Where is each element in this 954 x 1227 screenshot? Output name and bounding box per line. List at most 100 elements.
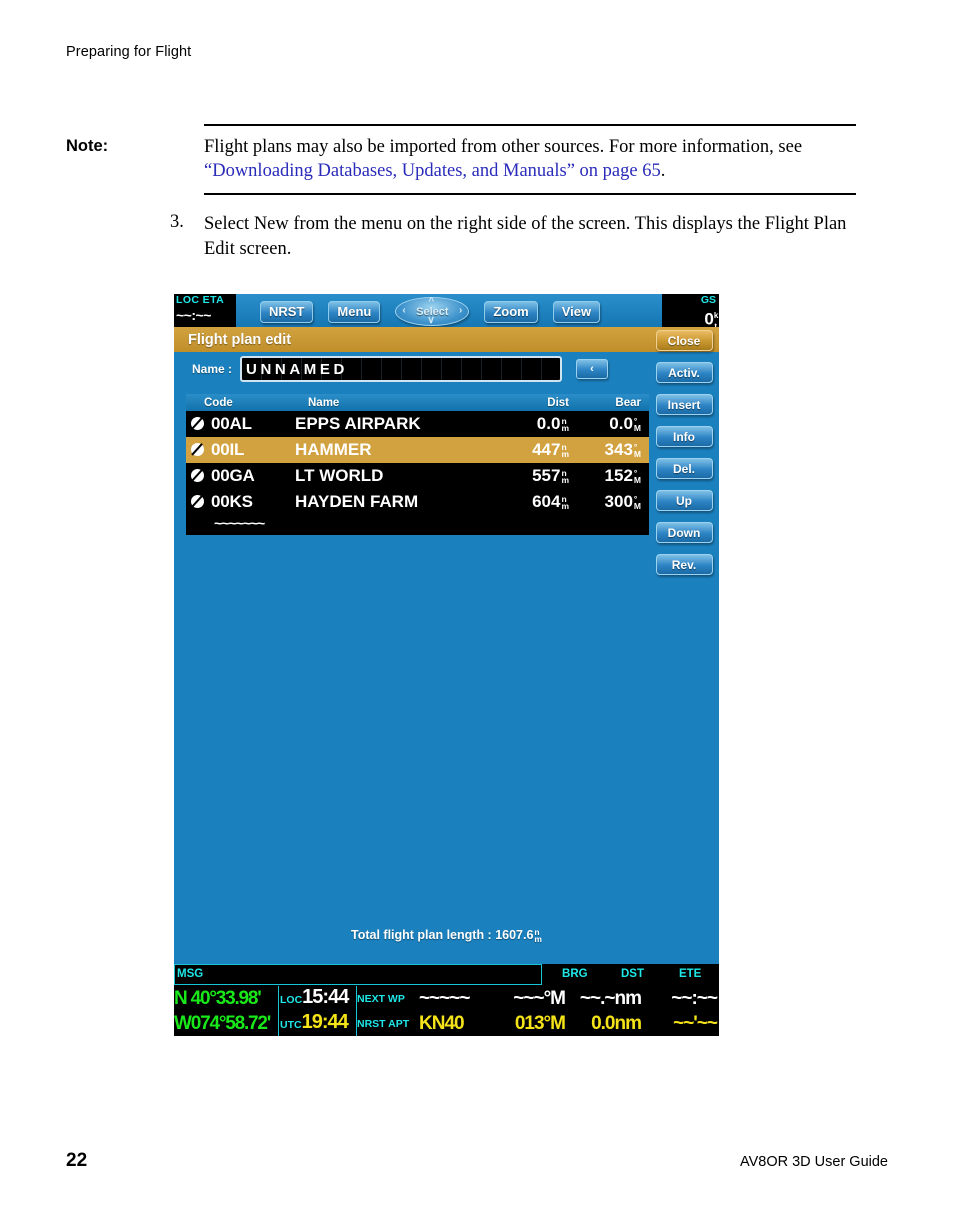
nearest-airport-value: KN40 <box>419 1012 465 1034</box>
waypoint-bearing: 152 ° M <box>569 466 649 486</box>
waypoint-bearing-value: 0.0 <box>609 414 633 433</box>
private-airport-icon <box>186 441 211 459</box>
loc-eta-label: LOC ETA <box>176 294 225 306</box>
waypoint-table-header: Code Name Dist Bear <box>186 394 649 411</box>
waypoint-table: Code Name Dist Bear 00AL EPPS AIRPARK 0.… <box>186 394 649 535</box>
insert-button[interactable]: Insert <box>655 394 713 415</box>
flight-plan-name-input[interactable]: UNNAMED <box>240 356 563 382</box>
close-button[interactable]: Close <box>655 330 713 351</box>
screen-title: Flight plan edit <box>188 331 292 348</box>
table-row[interactable]: 00KS HAYDEN FARM 604 n m 300 ° M <box>186 489 649 515</box>
waypoint-bearing-value: 152 <box>604 466 633 485</box>
total-length-text: Total flight plan length : 1607.6 <box>351 928 534 942</box>
column-header-name: Name <box>308 396 340 409</box>
distance-unit: nm <box>561 415 569 433</box>
note-block: Note: Flight plans may also be imported … <box>66 124 856 195</box>
waypoint-code: 00IL <box>211 440 245 459</box>
waypoint-name: LT WORLD <box>295 466 384 485</box>
private-airport-icon <box>186 415 211 433</box>
column-header-code: Code <box>204 396 233 409</box>
message-label: MSG <box>177 968 204 980</box>
menu-button[interactable]: Menu <box>328 300 381 323</box>
note-cross-reference-link[interactable]: “Downloading Databases, Updates, and Man… <box>204 161 661 181</box>
footer-guide-title: AV8OR 3D User Guide <box>739 1154 888 1170</box>
table-row[interactable]: 00IL HAMMER 447 n m 343 ° M <box>186 437 649 463</box>
step-item: 3. Select New from the menu on the right… <box>170 212 860 261</box>
empty-waypoint-row[interactable]: ~~~~~~~ <box>186 515 649 535</box>
waypoint-code: 00AL <box>211 414 252 433</box>
reverse-button[interactable]: Rev. <box>655 554 713 575</box>
device-topbar: LOC ETA ~~:~~ NRST Menu ^ ‹ Select › ∨ Z… <box>174 294 719 331</box>
delete-button[interactable]: Del. <box>655 458 713 479</box>
note-text-before: Flight plans may also be imported from o… <box>204 136 803 157</box>
note-bottom-rule <box>204 193 856 195</box>
total-flight-plan-length: Total flight plan length : 1607.6 n m <box>174 926 719 944</box>
waypoint-distance-value: 447 <box>532 440 561 459</box>
footer-page-number: 22 <box>66 1150 88 1171</box>
bearing-unit: ° M <box>633 441 641 459</box>
device-nav-buttons: NRST Menu ^ ‹ Select › ∨ Zoom View <box>260 296 601 326</box>
action-button-rail: Close Activ. Insert Info Del. Up Down Re… <box>649 327 719 586</box>
nrst-button[interactable]: NRST <box>260 300 314 323</box>
activate-button[interactable]: Activ. <box>655 362 713 383</box>
waypoint-bearing: 300 ° M <box>569 492 649 512</box>
next-waypoint-bearing: ~~~°M <box>513 987 566 1009</box>
table-row[interactable]: 00AL EPPS AIRPARK 0.0 n m 0.0 ° M <box>186 411 649 437</box>
waypoint-distance-value: 604 <box>532 492 561 511</box>
chevron-right-icon: › <box>459 305 463 316</box>
info-button[interactable]: Info <box>655 426 713 447</box>
column-header-dst: DST <box>621 968 644 980</box>
status-column-headers: BRG DST ETE <box>546 964 719 984</box>
waypoint-distance: 557 n m <box>495 466 569 486</box>
zoom-button[interactable]: Zoom <box>484 300 538 323</box>
select-pad[interactable]: ^ ‹ Select › ∨ <box>395 296 470 326</box>
view-button[interactable]: View <box>552 300 601 323</box>
status-bar: MSG BRG DST ETE N 40°33.98' LOC 15:44 NE… <box>174 964 719 1036</box>
waypoint-bearing-value: 343 <box>604 440 633 459</box>
distance-unit: nm <box>561 467 569 485</box>
waypoint-bearing-value: 300 <box>604 492 633 511</box>
local-time-label: LOC <box>280 994 303 1006</box>
loc-eta-value: ~~:~~ <box>176 307 211 323</box>
waypoint-code: 00KS <box>211 492 253 511</box>
note-label: Note: <box>66 136 109 155</box>
local-time-readout: LOC 15:44 <box>279 986 357 1011</box>
status-row-next-wp: N 40°33.98' LOC 15:44 NEXT WP ~~~~~ ~~~°… <box>174 986 719 1011</box>
move-down-button[interactable]: Down <box>655 522 713 543</box>
total-length-unit: nm <box>534 926 542 944</box>
latitude-readout: N 40°33.98' <box>174 986 279 1011</box>
flight-plan-name-row: Name : UNNAMED ‹ <box>174 352 719 386</box>
ground-speed-readout: GS 0kt <box>662 294 719 331</box>
waypoint-distance-value: 0.0 <box>536 414 561 433</box>
waypoint-bearing: 343 ° M <box>569 440 649 460</box>
bearing-unit: ° M <box>633 467 641 485</box>
chevron-up-icon: ^ <box>428 296 435 307</box>
private-airport-icon <box>186 467 211 485</box>
waypoint-name: HAMMER <box>295 440 372 459</box>
step-text: Select New from the menu on the right si… <box>204 214 847 259</box>
waypoint-table-body: 00AL EPPS AIRPARK 0.0 n m 0.0 ° M 00IL HAMME… <box>186 411 649 535</box>
backspace-button[interactable]: ‹ <box>576 359 609 379</box>
longitude-readout: W074°58.72' <box>174 1011 279 1036</box>
table-row[interactable]: 00GA LT WORLD 557 n m 152 ° M <box>186 463 649 489</box>
ground-speed-label: GS <box>700 294 716 306</box>
note-text-after: . <box>660 161 666 181</box>
utc-time-value: 19:44 <box>301 1011 349 1033</box>
chevron-down-icon: ∨ <box>427 315 435 326</box>
flight-plan-name-value: UNNAMED <box>246 360 348 378</box>
waypoint-code: 00GA <box>211 466 255 485</box>
waypoint-distance: 0.0 n m <box>495 414 569 434</box>
move-up-button[interactable]: Up <box>655 490 713 511</box>
loc-eta-readout: LOC ETA ~~:~~ <box>174 294 236 327</box>
waypoint-name: HAYDEN FARM <box>295 492 419 511</box>
screen-titlebar: Flight plan edit <box>174 327 719 352</box>
device-screenshot: LOC ETA ~~:~~ NRST Menu ^ ‹ Select › ∨ Z… <box>174 294 719 1036</box>
waypoint-distance: 447 n m <box>495 440 569 460</box>
ground-speed-unit-top: k <box>713 311 719 320</box>
next-waypoint-label: NEXT WP <box>357 992 405 1005</box>
message-box[interactable]: MSG <box>174 964 542 985</box>
next-waypoint-distance: ~~.~nm <box>579 987 642 1009</box>
distance-unit: nm <box>561 493 569 511</box>
column-header-brg: BRG <box>562 968 588 980</box>
waypoint-distance-value: 557 <box>532 466 561 485</box>
